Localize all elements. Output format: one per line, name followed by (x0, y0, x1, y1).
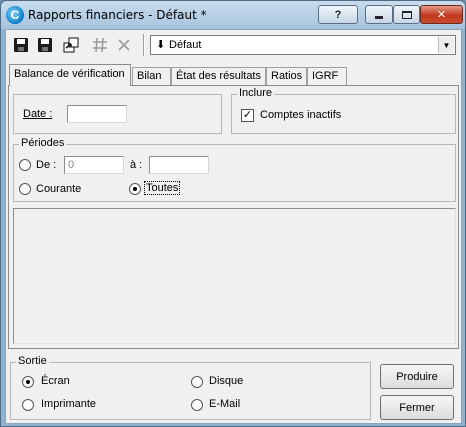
produce-button[interactable]: Produire (380, 364, 454, 389)
date-input[interactable] (67, 105, 127, 123)
date-group: Date : (13, 94, 222, 134)
current-label: Courante (36, 183, 82, 195)
profile-combo-value: Défaut (169, 39, 202, 51)
output-email-radio[interactable] (191, 399, 203, 411)
tab-label: IGRF (312, 70, 339, 82)
export-button[interactable] (61, 35, 81, 55)
output-printer-radio[interactable] (22, 399, 34, 411)
save-icon (14, 38, 28, 52)
to-period-input[interactable] (149, 156, 209, 174)
window-title: Rapports financiers - Défaut * (28, 8, 207, 22)
from-period-input[interactable]: 0 (64, 156, 124, 174)
date-label-text: Date : (23, 108, 53, 120)
tab-label: État des résultats (176, 70, 261, 82)
output-screen-radio[interactable] (22, 376, 34, 388)
app-logo-icon: C (6, 6, 24, 24)
include-group: Inclure ✓ Comptes inactifs (231, 87, 456, 134)
save-as-button[interactable] (35, 35, 55, 55)
close-window-button[interactable]: ✕ (420, 5, 463, 24)
periods-current-radio[interactable] (19, 183, 31, 195)
chevron-down-icon[interactable]: ▼ (438, 37, 454, 53)
pin-icon: ⬇ (156, 39, 166, 51)
inactive-accounts-checkbox[interactable]: ✓ (241, 109, 254, 122)
output-screen-label: Écran (41, 375, 70, 387)
tab-label: Bilan (137, 70, 162, 82)
save-button[interactable] (11, 35, 31, 55)
date-label: Date : (23, 108, 52, 120)
from-label: De : (36, 159, 57, 171)
inactive-accounts-label: Comptes inactifs (260, 109, 342, 121)
help-icon: ? (334, 8, 342, 21)
minimize-button[interactable] (365, 5, 393, 24)
delete-icon (118, 39, 130, 51)
toolbar: ⬇ Défaut ▼ (6, 30, 461, 60)
numbering-button[interactable] (90, 35, 110, 55)
output-printer-label: Imprimante (41, 398, 97, 410)
periods-all-radio[interactable] (129, 183, 141, 195)
output-disk-label: Disque (209, 375, 244, 387)
minimize-icon (375, 16, 383, 19)
options-list-area[interactable] (13, 208, 456, 344)
client-area: ⬇ Défaut ▼ Balance de vérification Bilan… (5, 29, 462, 424)
close-icon: ✕ (436, 9, 447, 21)
maximize-button[interactable] (393, 5, 420, 24)
report-window: C Rapports financiers - Défaut * ? ✕ ⬇ D… (0, 0, 466, 427)
export-icon (63, 37, 79, 53)
save-as-icon (38, 38, 52, 52)
tab-balance-de-verification[interactable]: Balance de vérification (9, 64, 131, 86)
number-settings-icon (93, 37, 107, 53)
all-label: Toutes (143, 181, 181, 195)
periods-group-title: Périodes (19, 137, 67, 149)
tab-ratios[interactable]: Ratios (266, 67, 307, 86)
tab-etat-des-resultats[interactable]: État des résultats (171, 67, 266, 86)
tab-igrf[interactable]: IGRF (307, 67, 347, 86)
tab-panel-balance: Date : Inclure ✓ Comptes inactifs Périod… (8, 85, 459, 349)
output-group-title: Sortie (16, 355, 49, 367)
periods-group: Périodes De : 0 à : Courante Toutes (13, 137, 456, 202)
toolbar-separator (143, 34, 145, 56)
title-bar[interactable]: C Rapports financiers - Défaut * ? ✕ (1, 1, 465, 29)
help-button[interactable]: ? (318, 5, 358, 24)
report-tabs: Balance de vérification Bilan État des r… (8, 64, 460, 86)
tab-label: Balance de vérification (14, 68, 125, 80)
tab-label: Ratios (271, 70, 303, 82)
maximize-icon (401, 10, 412, 19)
output-email-label: E-Mail (209, 398, 241, 410)
output-disk-radio[interactable] (191, 376, 203, 388)
profile-combo[interactable]: ⬇ Défaut ▼ (150, 35, 456, 55)
periods-range-radio[interactable] (19, 159, 31, 171)
delete-button[interactable] (114, 35, 134, 55)
output-group: Sortie Écran Disque Imprimante E-Mail (10, 355, 371, 420)
include-group-title: Inclure (237, 87, 275, 99)
close-button[interactable]: Fermer (380, 395, 454, 420)
tab-bilan[interactable]: Bilan (132, 67, 171, 86)
to-label: à : (130, 159, 143, 171)
